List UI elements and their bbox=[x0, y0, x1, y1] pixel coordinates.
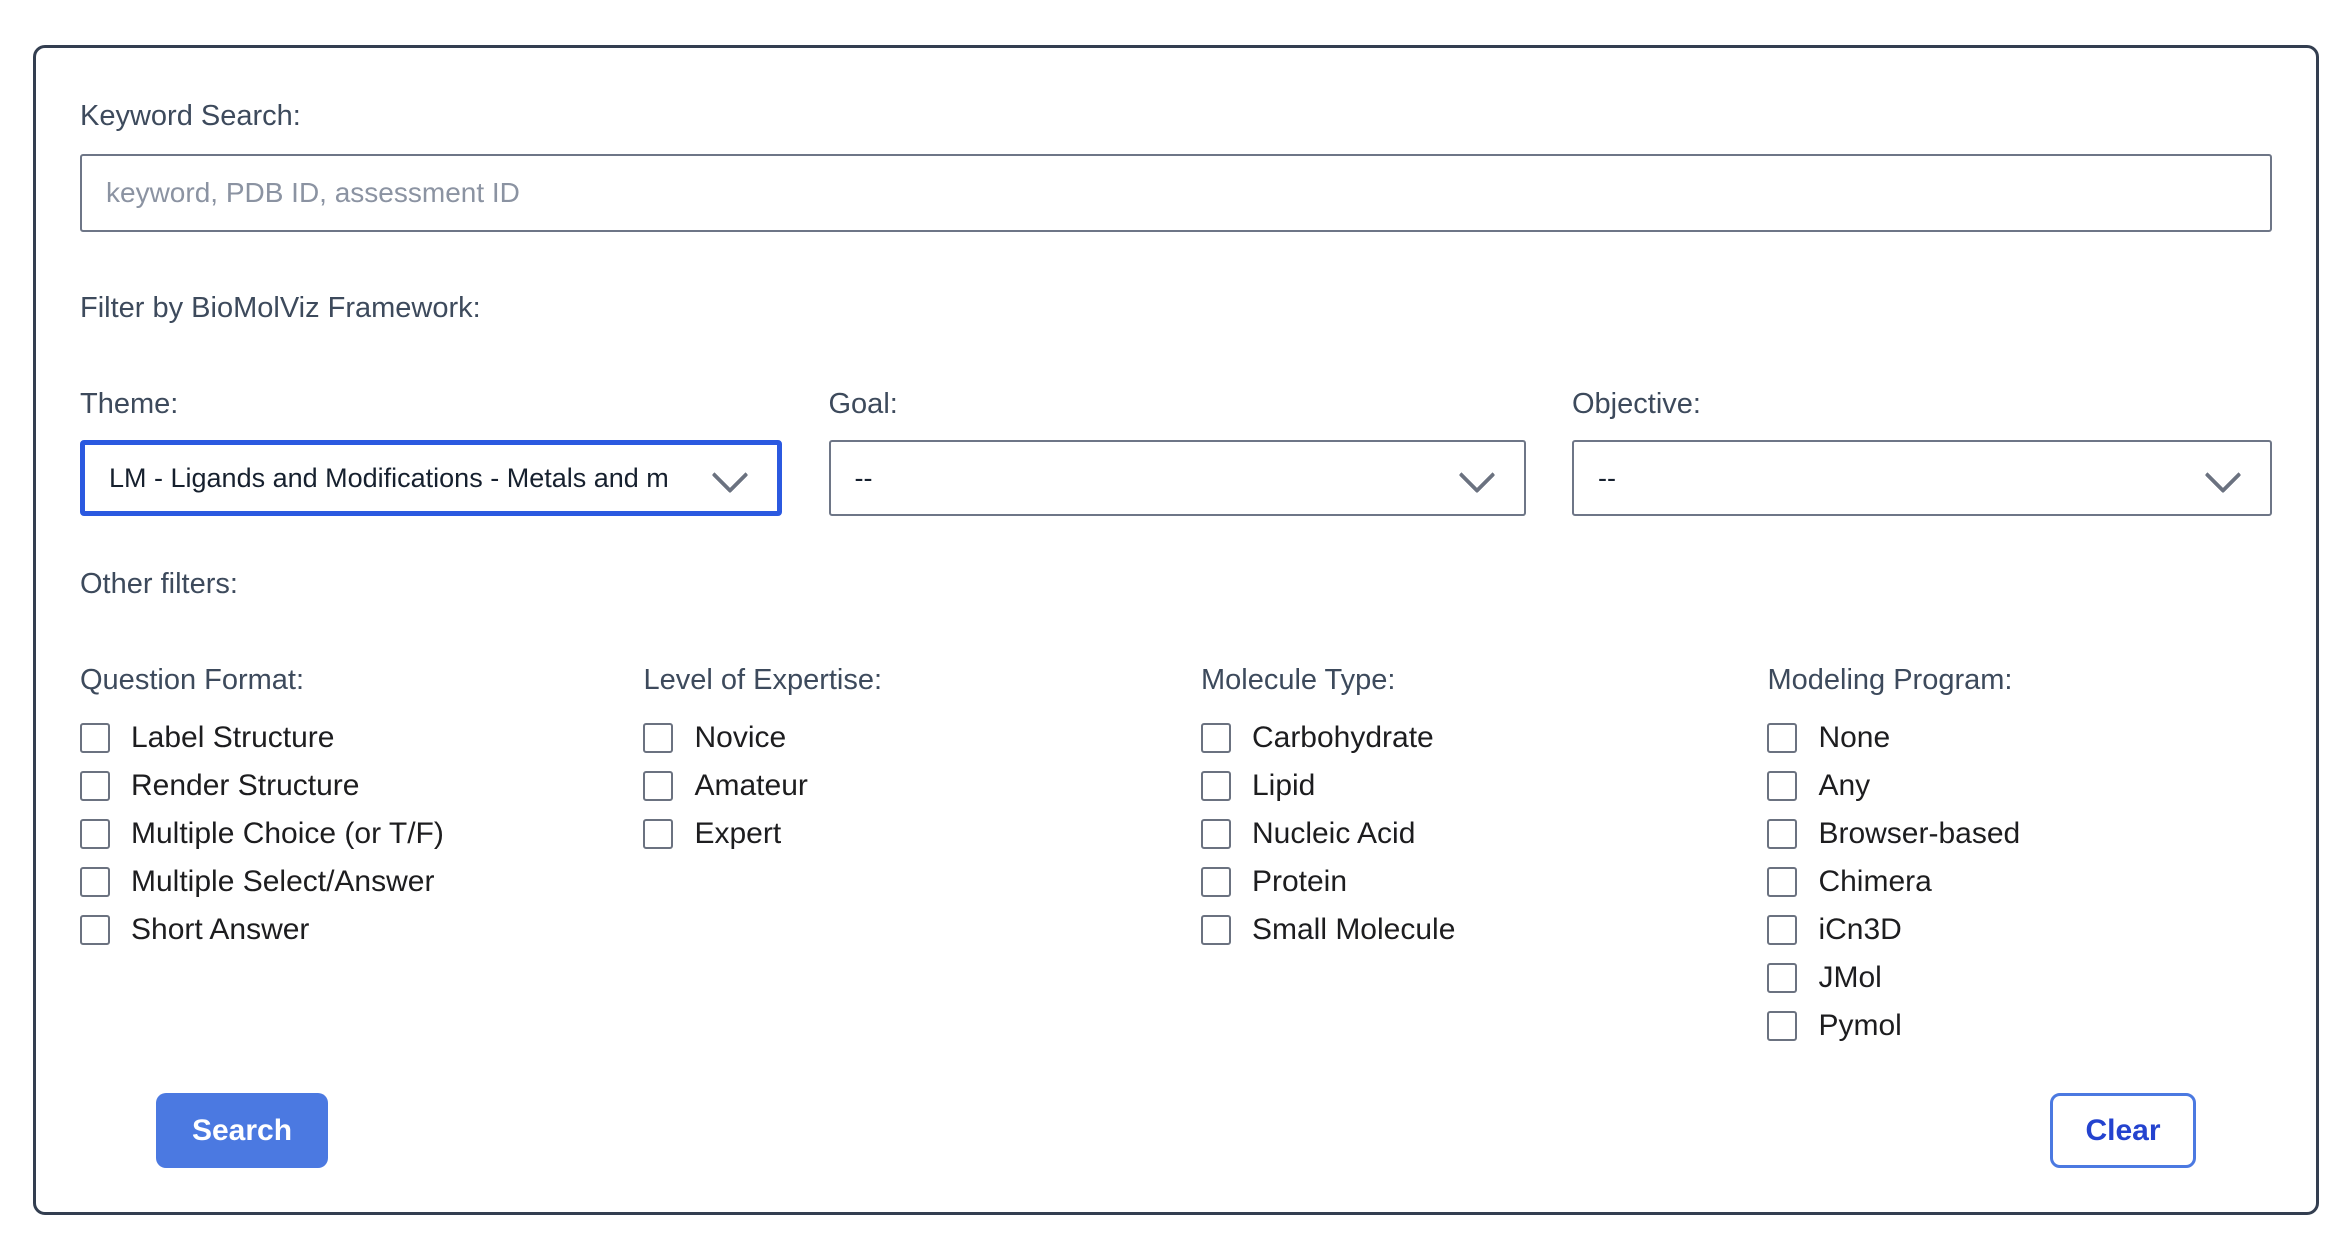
checkbox-carbohydrate[interactable] bbox=[1201, 723, 1231, 753]
checkbox-label: Chimera bbox=[1818, 865, 1931, 899]
checkbox-item: Nucleic Acid bbox=[1201, 810, 1767, 858]
clear-button[interactable]: Clear bbox=[2050, 1093, 2196, 1168]
checkbox-small-molecule[interactable] bbox=[1201, 915, 1231, 945]
level-of-expertise-group: Level of Expertise: Novice Amateur Exper… bbox=[643, 662, 1200, 1050]
other-filters-label: Other filters: bbox=[80, 566, 2272, 602]
checkbox-item: Render Structure bbox=[80, 762, 643, 810]
checkbox-protein[interactable] bbox=[1201, 867, 1231, 897]
checkbox-item: JMol bbox=[1767, 954, 2272, 1002]
theme-select[interactable]: LM - Ligands and Modifications - Metals … bbox=[80, 440, 782, 516]
checkbox-multiple-select[interactable] bbox=[80, 867, 110, 897]
modeling-program-group: Modeling Program: None Any Browser-based… bbox=[1767, 662, 2272, 1050]
objective-select[interactable]: -- bbox=[1572, 440, 2272, 516]
checkbox-lipid[interactable] bbox=[1201, 771, 1231, 801]
checkbox-item: Amateur bbox=[643, 762, 1200, 810]
checkbox-none[interactable] bbox=[1767, 723, 1797, 753]
checkbox-amateur[interactable] bbox=[643, 771, 673, 801]
chevron-down-icon bbox=[712, 457, 749, 494]
checkbox-label: Multiple Select/Answer bbox=[131, 865, 434, 899]
checkbox-label: Carbohydrate bbox=[1252, 721, 1434, 755]
checkbox-item: Multiple Select/Answer bbox=[80, 858, 643, 906]
checkbox-item: Any bbox=[1767, 762, 2272, 810]
chevron-down-icon bbox=[2205, 457, 2242, 494]
molecule-type-group: Molecule Type: Carbohydrate Lipid Nuclei… bbox=[1201, 662, 1767, 1050]
checkbox-label: Novice bbox=[694, 721, 786, 755]
checkbox-item: iCn3D bbox=[1767, 906, 2272, 954]
checkbox-label: Amateur bbox=[694, 769, 807, 803]
question-format-group: Question Format: Label Structure Render … bbox=[80, 662, 643, 1050]
search-button[interactable]: Search bbox=[156, 1093, 328, 1168]
checkbox-item: Multiple Choice (or T/F) bbox=[80, 810, 643, 858]
checkbox-label: iCn3D bbox=[1818, 913, 1901, 947]
checkbox-chimera[interactable] bbox=[1767, 867, 1797, 897]
checkbox-label-structure[interactable] bbox=[80, 723, 110, 753]
framework-select-row: Theme: LM - Ligands and Modifications - … bbox=[80, 386, 2272, 516]
checkbox-pymol[interactable] bbox=[1767, 1011, 1797, 1041]
search-filter-panel: Keyword Search: Filter by BioMolViz Fram… bbox=[33, 45, 2319, 1215]
checkbox-label: JMol bbox=[1818, 961, 1881, 995]
checkbox-item: Chimera bbox=[1767, 858, 2272, 906]
framework-section-label: Filter by BioMolViz Framework: bbox=[80, 290, 2272, 326]
checkbox-label: None bbox=[1818, 721, 1890, 755]
objective-select-group: Objective: -- bbox=[1572, 386, 2272, 516]
checkbox-item: Label Structure bbox=[80, 714, 643, 762]
checkbox-jmol[interactable] bbox=[1767, 963, 1797, 993]
question-format-label: Question Format: bbox=[80, 662, 643, 698]
theme-select-group: Theme: LM - Ligands and Modifications - … bbox=[80, 386, 782, 516]
checkbox-label: Pymol bbox=[1818, 1009, 1901, 1043]
checkbox-item: Lipid bbox=[1201, 762, 1767, 810]
other-filters-row: Question Format: Label Structure Render … bbox=[80, 662, 2272, 1050]
checkbox-label: Any bbox=[1818, 769, 1870, 803]
checkbox-render-structure[interactable] bbox=[80, 771, 110, 801]
keyword-search-input[interactable] bbox=[80, 154, 2272, 232]
checkbox-item: Small Molecule bbox=[1201, 906, 1767, 954]
checkbox-item: Pymol bbox=[1767, 1002, 2272, 1050]
checkbox-item: Carbohydrate bbox=[1201, 714, 1767, 762]
checkbox-item: Browser-based bbox=[1767, 810, 2272, 858]
theme-select-value: LM - Ligands and Modifications - Metals … bbox=[85, 463, 669, 494]
checkbox-icn3d[interactable] bbox=[1767, 915, 1797, 945]
checkbox-label: Label Structure bbox=[131, 721, 334, 755]
objective-label: Objective: bbox=[1572, 386, 2272, 422]
checkbox-item: Short Answer bbox=[80, 906, 643, 954]
checkbox-label: Lipid bbox=[1252, 769, 1315, 803]
actions-row: Search Clear bbox=[156, 1093, 2196, 1168]
checkbox-label: Nucleic Acid bbox=[1252, 817, 1415, 851]
objective-select-value: -- bbox=[1574, 463, 1616, 494]
checkbox-novice[interactable] bbox=[643, 723, 673, 753]
checkbox-item: Novice bbox=[643, 714, 1200, 762]
goal-select[interactable]: -- bbox=[829, 440, 1526, 516]
keyword-search-label: Keyword Search: bbox=[80, 98, 2272, 134]
checkbox-item: None bbox=[1767, 714, 2272, 762]
checkbox-item: Expert bbox=[643, 810, 1200, 858]
goal-select-group: Goal: -- bbox=[829, 386, 1526, 516]
checkbox-any[interactable] bbox=[1767, 771, 1797, 801]
checkbox-label: Expert bbox=[694, 817, 781, 851]
checkbox-short-answer[interactable] bbox=[80, 915, 110, 945]
checkbox-label: Multiple Choice (or T/F) bbox=[131, 817, 444, 851]
chevron-down-icon bbox=[1458, 457, 1495, 494]
molecule-type-label: Molecule Type: bbox=[1201, 662, 1767, 698]
checkbox-expert[interactable] bbox=[643, 819, 673, 849]
checkbox-browser-based[interactable] bbox=[1767, 819, 1797, 849]
checkbox-label: Small Molecule bbox=[1252, 913, 1455, 947]
checkbox-label: Browser-based bbox=[1818, 817, 2020, 851]
checkbox-nucleic-acid[interactable] bbox=[1201, 819, 1231, 849]
goal-label: Goal: bbox=[829, 386, 1526, 422]
checkbox-item: Protein bbox=[1201, 858, 1767, 906]
modeling-program-label: Modeling Program: bbox=[1767, 662, 2272, 698]
goal-select-value: -- bbox=[831, 463, 873, 494]
level-of-expertise-label: Level of Expertise: bbox=[643, 662, 1200, 698]
checkbox-label: Short Answer bbox=[131, 913, 309, 947]
checkbox-label: Render Structure bbox=[131, 769, 359, 803]
checkbox-multiple-choice[interactable] bbox=[80, 819, 110, 849]
checkbox-label: Protein bbox=[1252, 865, 1347, 899]
theme-label: Theme: bbox=[80, 386, 782, 422]
